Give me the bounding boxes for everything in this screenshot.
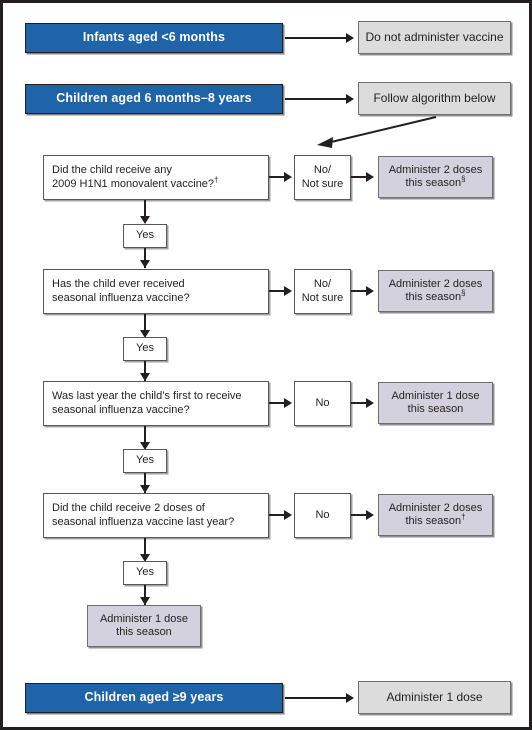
arrowhead-no2-to-result: [366, 286, 374, 296]
result-2-footnote-marker: §: [461, 288, 466, 298]
outcome-do-not-administer-vaccine: Do not administer vaccine: [358, 21, 511, 54]
branch-1-no-line-1: No/: [313, 164, 332, 177]
result-1-footnote-marker: §: [461, 174, 466, 184]
connector-children-to-outcome: [285, 98, 347, 100]
result-4-footnote-marker: †: [461, 512, 466, 522]
result-final-line-1: Administer 1 dose: [99, 612, 189, 625]
branch-4-no-line-1: No: [315, 508, 330, 521]
result-4-line-2: this season: [405, 515, 462, 527]
branch-2-no-line-2: Not sure: [301, 291, 344, 304]
branch-box-1-yes: Yes: [123, 224, 167, 248]
arrowhead-q1-to-no: [284, 172, 292, 182]
result-1-line-2: this season: [405, 177, 462, 189]
branch-box-4-no: No: [294, 493, 351, 538]
question-box-3: Was last year the child’s first to recei…: [43, 381, 269, 426]
result-2-line-1: Administer 2 doses: [388, 277, 483, 290]
branch-1-yes-label: Yes: [136, 229, 154, 242]
arrowhead-infants-to-outcome: [346, 33, 354, 43]
branch-box-3-yes: Yes: [123, 449, 167, 473]
question-2-line-1: Has the child ever received: [52, 278, 185, 291]
result-final-line-2: this season: [116, 626, 172, 638]
arrowhead-children9-to-outcome: [346, 693, 354, 703]
outcome-infants-label: Do not administer vaccine: [365, 30, 504, 45]
result-1-line-1: Administer 2 doses: [388, 163, 483, 176]
outcome-follow-algorithm-below: Follow algorithm below: [358, 82, 511, 115]
banner-children9-label: Children aged ≥9 years: [84, 690, 224, 705]
branch-1-no-line-2: Not sure: [301, 177, 344, 190]
arrowhead-yes2-to-q3: [140, 373, 150, 381]
outcome-administer-1-dose: Administer 1 dose: [358, 681, 511, 714]
question-4-line-1: Did the child receive 2 doses of: [52, 502, 205, 515]
result-box-4: Administer 2 doses this season†: [378, 494, 493, 536]
result-box-3: Administer 1 dose this season: [378, 382, 493, 424]
banner-children-9-years-and-older: Children aged ≥9 years: [25, 683, 283, 713]
banner-infants-label: Infants aged <6 months: [82, 30, 226, 45]
result-2-line-2: this season: [405, 291, 462, 303]
arrowhead-no3-to-result: [366, 398, 374, 408]
question-box-1: Did the child receive any 2009 H1N1 mono…: [43, 155, 269, 200]
branch-box-1-no: No/ Not sure: [294, 155, 351, 200]
question-3-line-2: seasonal influenza vaccine?: [52, 403, 190, 416]
result-box-1: Administer 2 doses this season§: [378, 156, 493, 198]
question-box-4: Did the child receive 2 doses of seasona…: [43, 493, 269, 538]
arrowhead-no1-to-result: [366, 172, 374, 182]
diagonal-arrow-to-algorithm: [317, 116, 437, 148]
branch-2-yes-label: Yes: [136, 342, 154, 355]
arrowhead-q2-to-no: [284, 286, 292, 296]
connector-children9-to-outcome: [285, 697, 347, 699]
banner-children-6-months-8-years: Children aged 6 months–8 years: [25, 84, 283, 114]
arrowhead-q1-to-yes: [140, 216, 150, 224]
question-2-line-2: seasonal influenza vaccine?: [52, 291, 190, 304]
question-box-2: Has the child ever received seasonal inf…: [43, 269, 269, 314]
question-1-footnote-marker: †: [214, 174, 219, 184]
arrowhead-yes1-to-q2: [140, 260, 150, 268]
outcome-children-label: Follow algorithm below: [373, 91, 496, 106]
result-3-line-1: Administer 1 dose: [391, 389, 480, 402]
question-4-line-2: seasonal influenza vaccine last year?: [52, 515, 235, 528]
arrowhead-q4-to-no: [284, 510, 292, 520]
result-box-final: Administer 1 dose this season: [87, 605, 201, 647]
branch-box-4-yes: Yes: [123, 561, 167, 585]
arrowhead-no4-to-result: [366, 510, 374, 520]
branch-box-3-no: No: [294, 381, 351, 426]
result-4-line-1: Administer 2 doses: [388, 501, 483, 514]
arrowhead-q3-to-no: [284, 398, 292, 408]
branch-4-yes-label: Yes: [136, 566, 154, 579]
arrowhead-children-to-outcome: [346, 94, 354, 104]
vaccine-dosing-algorithm-figure: Infants aged <6 months Do not administer…: [0, 0, 532, 730]
question-3-line-1: Was last year the child’s first to recei…: [52, 390, 242, 403]
branch-3-yes-label: Yes: [136, 454, 154, 467]
branch-box-2-no: No/ Not sure: [294, 269, 351, 314]
arrowhead-yes3-to-q4: [140, 485, 150, 493]
banner-children-label: Children aged 6 months–8 years: [56, 91, 252, 106]
banner-infants-under-6-months: Infants aged <6 months: [25, 23, 283, 53]
branch-3-no-line-1: No: [315, 396, 330, 409]
question-1-line-2: 2009 H1N1 monovalent vaccine?: [52, 177, 215, 190]
outcome-children9-label: Administer 1 dose: [386, 690, 483, 705]
branch-2-no-line-1: No/: [313, 278, 332, 291]
arrowhead-yes4-to-final-result: [140, 597, 150, 605]
question-1-line-1: Did the child receive any: [52, 164, 172, 177]
connector-infants-to-outcome: [285, 37, 347, 39]
result-3-line-2: this season: [407, 403, 464, 415]
branch-box-2-yes: Yes: [123, 337, 167, 361]
result-box-2: Administer 2 doses this season§: [378, 270, 493, 312]
